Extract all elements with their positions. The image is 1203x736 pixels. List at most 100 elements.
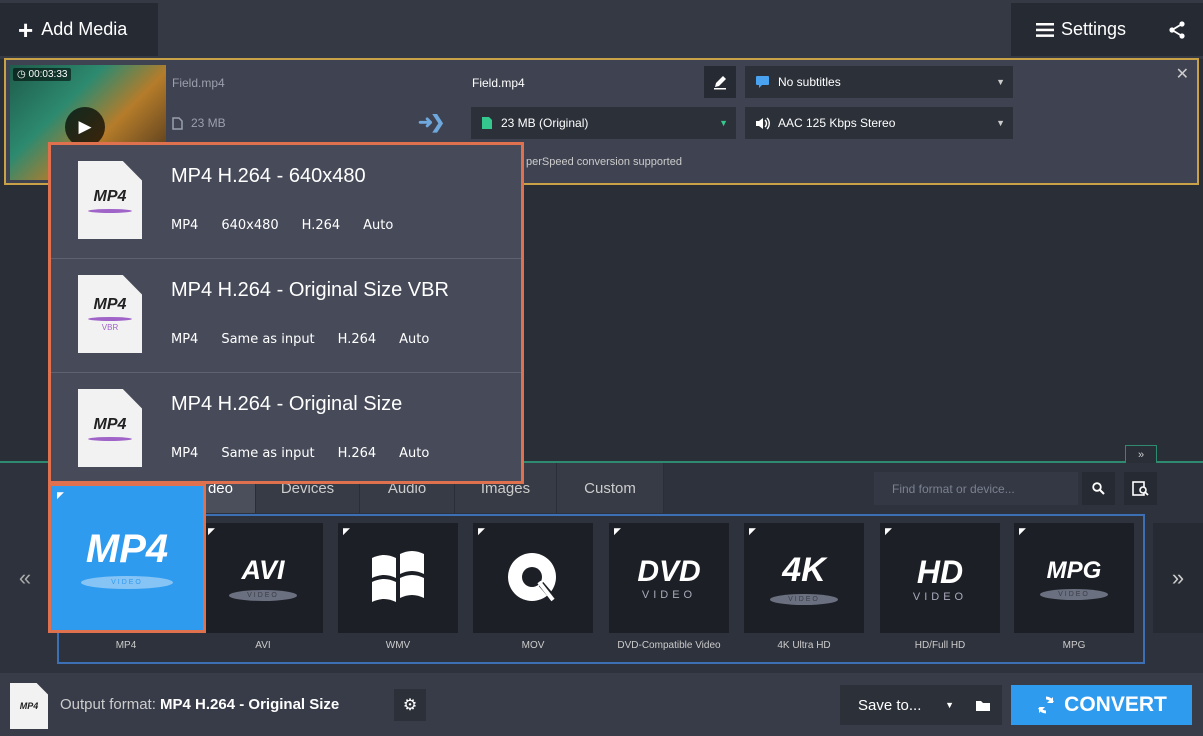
format-label-4k: 4K Ultra HD [777,640,831,651]
convert-button[interactable]: CONVERT [1011,685,1192,725]
hamburger-icon [1035,22,1054,37]
video-band: VIDEO [641,589,697,601]
video-band: VIDEO [229,590,297,601]
output-format-label: Output format: MP4 H.264 - Original Size [60,696,340,713]
subtitles-dropdown[interactable]: No subtitles ▼ [745,66,1013,98]
format-4k[interactable]: ◤ 4K VIDEO [744,523,864,633]
preset-item[interactable]: MP4 MP4 H.264 - Original Size MP4 Same as… [51,373,521,487]
format-label-mpg: MPG [1062,640,1086,651]
detect-device-button[interactable] [1124,472,1157,505]
output-size-dropdown[interactable]: 23 MB (Original) ▼ [471,107,736,139]
format-label-mov: MOV [521,640,545,651]
add-media-label: Add Media [41,19,128,39]
output-size-value: 23 MB (Original) [501,116,589,130]
close-icon[interactable]: ✕ [1176,64,1189,84]
quicktime-icon [508,553,556,602]
edit-button[interactable] [704,66,736,98]
preset-meta: MP4 Same as input H.264 Auto [171,332,430,347]
format-hd[interactable]: ◤ HD VIDEO [880,523,1000,633]
gear-icon: ⚙ [402,697,418,714]
format-label-dvd: DVD-Compatible Video [617,640,721,651]
subtitles-value: No subtitles [778,75,841,89]
chevron-down-icon: ▼ [719,118,728,128]
video-band: VIDEO [81,576,173,589]
app-window: + Add Media Settings ◷ 00:03:33 ▶ Field.… [0,0,1203,736]
hd-logo: HD [916,553,964,590]
settings-button[interactable]: Settings [1011,3,1151,56]
scroll-left-button[interactable]: « [0,523,50,633]
mpg-logo: MPG [1046,556,1102,584]
dvd-logo: DVD [637,555,701,588]
preset-title: MP4 H.264 - Original Size VBR [171,279,449,301]
search-button[interactable] [1082,472,1115,505]
collapse-panel-button[interactable]: » [1125,445,1157,463]
mp4-vbr-file-icon: MP4 VBR [78,275,142,353]
share-icon [1169,20,1185,39]
chevron-down-icon: ▼ [996,118,1005,128]
tab-custom[interactable]: Custom [557,463,664,513]
corner-mark-icon: ◤ [478,526,485,536]
corner-mark-icon: ◤ [885,526,892,536]
preset-meta: MP4 640x480 H.264 Auto [171,218,394,233]
play-icon[interactable]: ▶ [65,107,105,147]
format-mp4-selected[interactable]: ◤ MP4 VIDEO [48,483,206,633]
format-label-hd: HD/Full HD [914,640,966,651]
pencil-icon [714,76,726,90]
format-search-input[interactable]: Find format or device... [874,472,1078,505]
video-band: VIDEO [770,594,838,605]
windows-logo-icon [372,551,424,602]
format-avi[interactable]: ◤ AVI VIDEO [203,523,323,633]
mp4-logo: MP4 [85,527,169,571]
plus-icon: + [18,14,34,45]
preset-title: MP4 H.264 - Original Size [171,393,403,415]
output-file-name: Field.mp4 [472,76,525,90]
audio-dropdown[interactable]: AAC 125 Kbps Stereo ▼ [745,107,1013,139]
speech-bubble-icon [756,76,769,88]
source-file-name: Field.mp4 [172,76,225,90]
preset-item[interactable]: MP4 MP4 H.264 - 640x480 MP4 640x480 H.264 A… [51,145,521,259]
corner-mark-icon: ◤ [57,490,64,500]
footer-bar: MP4 Output format: MP4 H.264 - Original … [0,673,1203,736]
corner-mark-icon: ◤ [343,526,350,536]
settings-label: Settings [1060,19,1127,39]
corner-mark-icon: ◤ [208,526,215,536]
convert-arrow-icon: ➜❯ [418,112,445,132]
convert-label: CONVERT [1064,693,1167,716]
chevron-down-icon: ▼ [996,77,1005,87]
format-label-wmv: WMV [385,640,411,651]
tab-label: Custom [584,479,636,497]
speaker-icon [756,117,770,129]
corner-mark-icon: ◤ [614,526,621,536]
duration-badge: ◷ 00:03:33 [13,68,72,81]
format-dvd[interactable]: ◤ DVD VIDEO [609,523,729,633]
video-band: VIDEO [912,590,968,603]
preset-title: MP4 H.264 - 640x480 [171,165,366,187]
format-wmv[interactable]: ◤ [338,523,458,633]
audio-value: AAC 125 Kbps Stereo [778,116,896,130]
save-to-label: Save to... [858,696,922,714]
source-file-size: 23 MB [172,116,226,130]
preset-item[interactable]: MP4 VBR MP4 H.264 - Original Size VBR MP4… [51,259,521,373]
file-icon [172,116,183,130]
device-search-icon [1131,480,1149,496]
folder-icon [976,700,990,711]
preset-popup: MP4 MP4 H.264 - 640x480 MP4 640x480 H.264 A… [48,142,524,484]
format-settings-button[interactable]: ⚙ [394,689,426,721]
chevron-down-icon: ▼ [945,700,954,710]
mp4-file-icon: MP4 [10,683,48,729]
avi-logo: AVI [241,555,285,585]
double-chevron-down-icon: » [1137,448,1145,461]
open-folder-button[interactable] [964,685,1002,725]
corner-mark-icon: ◤ [1019,526,1026,536]
search-icon [1092,482,1105,495]
format-mpg[interactable]: ◤ MPG VIDEO [1014,523,1134,633]
top-toolbar: + Add Media Settings [0,0,1203,59]
format-mov[interactable]: ◤ [473,523,593,633]
save-to-dropdown[interactable]: Save to... ▼ [840,685,964,725]
4k-logo: 4K [782,551,826,589]
video-band: VIDEO [1040,588,1108,600]
corner-mark-icon: ◤ [749,526,756,536]
share-button[interactable] [1151,3,1203,56]
add-media-button[interactable]: + Add Media [0,3,158,56]
scroll-right-button[interactable]: » [1153,523,1203,633]
